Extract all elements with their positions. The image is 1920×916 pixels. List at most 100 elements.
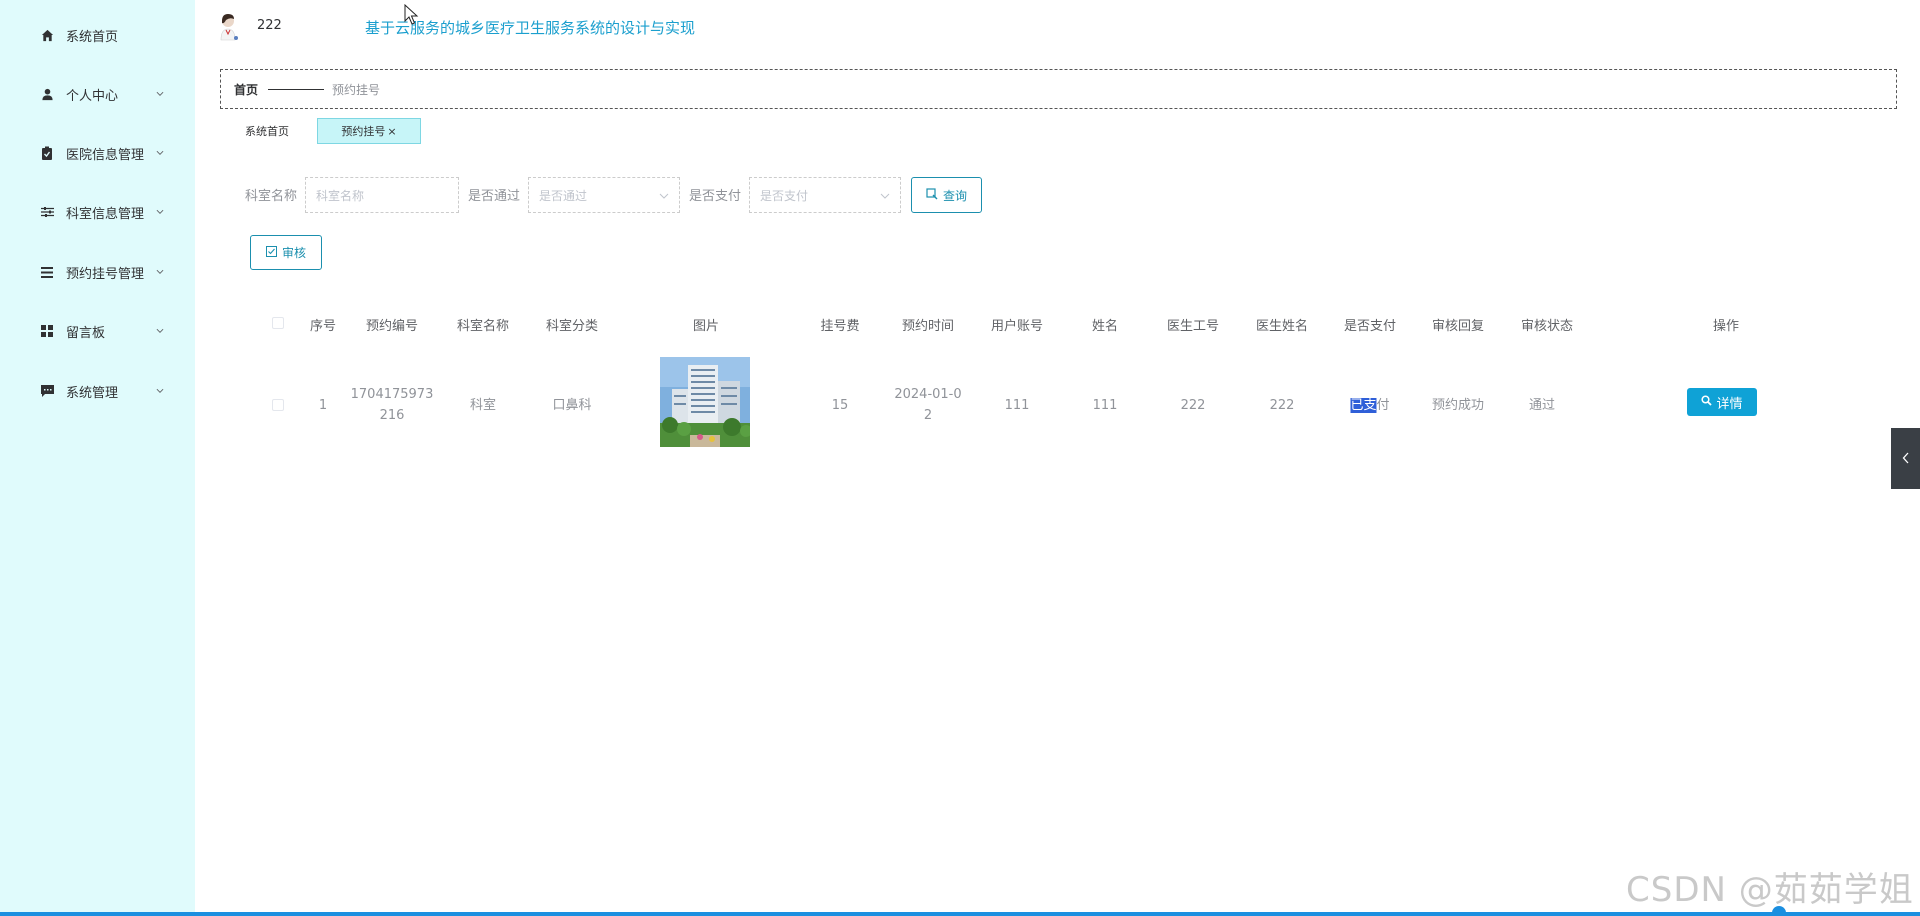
- cell-doctor-no: 222: [1180, 398, 1206, 413]
- breadcrumb-separator: [268, 88, 325, 90]
- column-header-doctor-no: 医生工号: [1166, 319, 1220, 334]
- passed-label: 是否通过: [468, 189, 521, 204]
- search-icon: [1701, 394, 1713, 410]
- drawer-toggle-button[interactable]: [1891, 428, 1920, 489]
- cell-dept-name: 科室: [469, 398, 497, 413]
- chevron-down-icon: [156, 387, 164, 395]
- sidebar-item-department-info[interactable]: 科室信息管理: [0, 192, 195, 232]
- grid-icon: [40, 324, 54, 338]
- tab-home[interactable]: 系统首页: [239, 118, 295, 144]
- cell-index: 1: [318, 398, 328, 413]
- chevron-down-icon: [156, 327, 164, 335]
- avatar[interactable]: [217, 12, 241, 42]
- column-header-name: 姓名: [1091, 319, 1119, 334]
- message-icon: [40, 384, 54, 398]
- sidebar-item-label: 个人中心: [66, 88, 119, 104]
- query-button[interactable]: 查询: [911, 177, 982, 213]
- scroll-indicator[interactable]: [1772, 906, 1786, 916]
- dept-name-label: 科室名称: [245, 189, 298, 204]
- query-button-label: 查询: [942, 188, 967, 203]
- cell-booking-no: 1704175973 216: [351, 384, 434, 426]
- sidebar-item-label: 预约挂号管理: [66, 266, 145, 282]
- sidebar-item-message-board[interactable]: 留言板: [0, 311, 195, 351]
- search-icon: [926, 187, 938, 203]
- watermark: CSDN @茹茹学姐: [1626, 870, 1914, 910]
- column-header-review-reply: 审核回复: [1431, 319, 1485, 334]
- column-header-booking-no: 预约编号: [365, 319, 419, 334]
- user-icon: [40, 87, 54, 101]
- list-icon: [40, 265, 54, 279]
- sidebar-item-label: 留言板: [66, 325, 106, 341]
- username: 222: [257, 18, 282, 33]
- sliders-icon: [40, 205, 54, 219]
- sidebar-item-hospital-info[interactable]: 医院信息管理: [0, 133, 195, 173]
- cell-booking-no-line2: 216: [379, 408, 405, 423]
- cell-paid: 已支付: [1350, 395, 1390, 416]
- review-button-label: 审核: [281, 246, 306, 260]
- tab-close-icon[interactable]: ×: [387, 125, 396, 138]
- column-header-review-status: 审核状态: [1520, 319, 1574, 334]
- paid-select[interactable]: 是否支付: [749, 177, 901, 213]
- review-button[interactable]: 审核: [250, 235, 322, 270]
- column-header-image: 图片: [692, 319, 720, 334]
- sidebar-item-home[interactable]: 系统首页: [0, 15, 195, 55]
- chevron-down-icon: [156, 208, 164, 216]
- chevron-down-icon: [156, 268, 164, 276]
- sidebar-item-label: 系统管理: [66, 385, 119, 401]
- column-header-user-account: 用户账号: [990, 319, 1044, 334]
- bottom-progress-bar: [0, 912, 1920, 916]
- cell-doctor-name: 222: [1269, 398, 1295, 413]
- check-square-icon: [265, 245, 277, 260]
- sidebar-item-system-management[interactable]: 系统管理: [0, 371, 195, 411]
- selected-text: 已支: [1350, 398, 1377, 413]
- sidebar-item-label: 科室信息管理: [66, 206, 145, 222]
- column-header-dept-name: 科室名称: [456, 319, 510, 334]
- chevron-left-icon: [1902, 449, 1910, 468]
- column-header-dept-category: 科室分类: [545, 319, 599, 334]
- paid-placeholder: 是否支付: [760, 188, 809, 203]
- breadcrumb-current: 预约挂号: [332, 82, 381, 97]
- paid-label: 是否支付: [689, 189, 742, 204]
- dept-name-placeholder: 科室名称: [316, 188, 365, 203]
- breadcrumb: 首页 预约挂号: [220, 69, 1897, 109]
- tab-label: 预约挂号: [341, 125, 386, 138]
- home-icon: [40, 28, 54, 42]
- cell-review-reply: 预约成功: [1431, 398, 1485, 413]
- column-header-time: 预约时间: [901, 319, 955, 334]
- passed-placeholder: 是否通过: [539, 188, 588, 203]
- column-header-doctor-name: 医生姓名: [1255, 319, 1309, 334]
- sidebar-item-appointment[interactable]: 预约挂号管理: [0, 252, 195, 292]
- cell-time-line1: 2024-01-0: [894, 387, 962, 402]
- passed-select[interactable]: 是否通过: [528, 177, 680, 213]
- mouse-cursor-icon: [404, 3, 420, 26]
- breadcrumb-home[interactable]: 首页: [234, 81, 258, 98]
- sidebar-item-label: 医院信息管理: [66, 147, 145, 163]
- cell-time: 2024-01-0 2: [894, 384, 961, 426]
- chevron-down-icon: [156, 149, 164, 157]
- dept-name-input[interactable]: 科室名称: [305, 177, 459, 213]
- cell-user-account: 111: [1004, 398, 1030, 413]
- column-header-fee: 挂号费: [820, 319, 860, 334]
- hospital-image[interactable]: [660, 357, 750, 447]
- cell-booking-no-line1: 1704175973: [350, 387, 434, 402]
- main-content: 222 基于云服务的城乡医疗卫生服务系统的设计与实现 首页 预约挂号 系统首页 …: [195, 0, 1920, 916]
- select-all-checkbox[interactable]: [272, 317, 284, 329]
- chevron-down-icon: [659, 190, 669, 200]
- column-header-index: 序号: [309, 319, 337, 334]
- column-header-actions: 操作: [1712, 319, 1740, 334]
- cell-dept-category: 口鼻科: [552, 398, 592, 413]
- cell-review-status: 通过: [1528, 398, 1556, 413]
- detail-button[interactable]: 详情: [1687, 388, 1757, 416]
- cell-paid-rest: 付: [1376, 398, 1390, 413]
- detail-button-label: 详情: [1716, 396, 1743, 412]
- tab-label: 系统首页: [245, 125, 289, 138]
- chevron-down-icon: [880, 190, 890, 200]
- tab-appointment[interactable]: 预约挂号 ×: [317, 118, 421, 144]
- sidebar-item-personal-center[interactable]: 个人中心: [0, 74, 195, 114]
- sidebar-item-label: 系统首页: [66, 29, 119, 45]
- chevron-down-icon: [156, 90, 164, 98]
- cell-name: 111: [1092, 398, 1118, 413]
- sidebar: 系统首页 个人中心 医院信息管理 科室信息管理 预约挂号管理 留言板 系统管理: [0, 0, 195, 916]
- row-checkbox[interactable]: [272, 399, 284, 411]
- cell-time-line2: 2: [923, 408, 933, 423]
